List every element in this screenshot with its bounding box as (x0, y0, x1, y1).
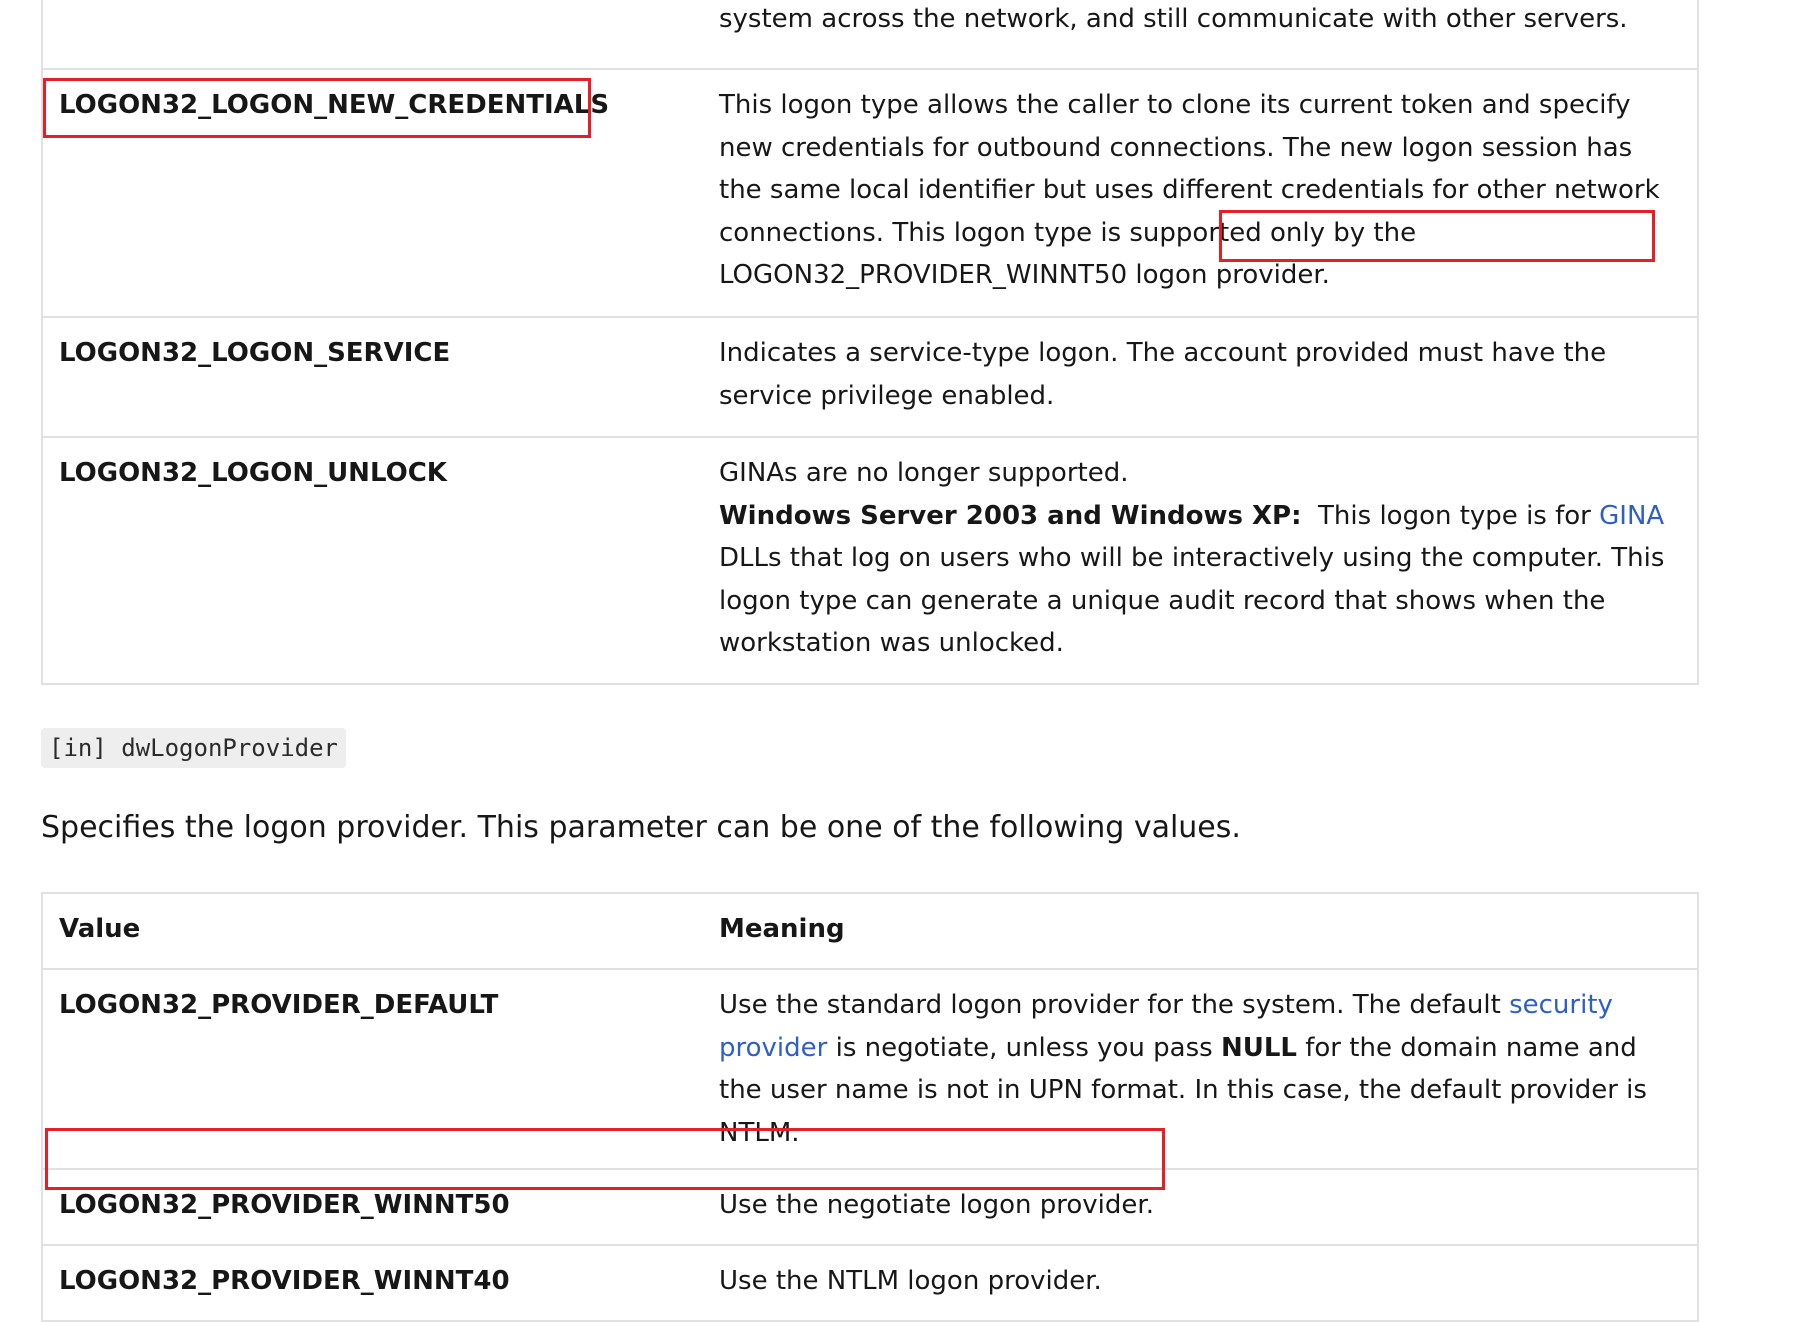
header-value: Value (59, 914, 141, 944)
table-row: LOGON32_PROVIDER_DEFAULT Use the standar… (42, 968, 1698, 1169)
value-cell: LOGON32_PROVIDER_DEFAULT (42, 968, 703, 1169)
table-row: system across the network, and still com… (42, 0, 1698, 69)
meaning-text: This logon type allows the caller to clo… (719, 90, 1660, 248)
meaning-cell: system across the network, and still com… (719, 4, 1628, 34)
param-code-chip: [in] dwLogonProvider (41, 728, 346, 768)
value-cell: LOGON32_LOGON_SERVICE (42, 316, 703, 437)
table-row: LOGON32_LOGON_SERVICE Indicates a servic… (42, 316, 1698, 437)
value-cell: LOGON32_LOGON_NEW_CREDENTIALS (42, 68, 703, 317)
value-cell: LOGON32_LOGON_UNLOCK (42, 436, 703, 684)
meaning-cell: Use the NTLM logon provider. (703, 1244, 1698, 1321)
value-logon-new-credentials: LOGON32_LOGON_NEW_CREDENTIALS (59, 90, 610, 120)
meaning-cell: GINAs are no longer supported. Windows S… (703, 436, 1698, 684)
gina-link[interactable]: GINA (1599, 501, 1664, 531)
meaning-cell: Indicates a service-type logon. The acco… (703, 316, 1698, 437)
meaning-text: Use the standard logon provider for the … (719, 990, 1501, 1020)
meaning-text: This logon type is for (1318, 500, 1591, 531)
value-cell (42, 0, 703, 69)
table-row: LOGON32_PROVIDER_WINNT50 Use the negotia… (42, 1168, 1698, 1245)
meaning-text: DLLs that log on users who will be inter… (719, 543, 1665, 658)
meaning-text: is negotiate, unless you pass (835, 1032, 1213, 1063)
provider-code-ref: LOGON32_PROVIDER_WINNT50 (719, 260, 1128, 290)
table-row: LOGON32_LOGON_UNLOCK GINAs are no longer… (42, 436, 1698, 684)
table-header-row: Value Meaning (42, 893, 1698, 969)
table-row: LOGON32_LOGON_NEW_CREDENTIALS This logon… (42, 68, 1698, 317)
meaning-cell: Use the standard logon provider for the … (703, 968, 1698, 1169)
meaning-text: GINAs are no longer supported. (719, 458, 1129, 488)
logon-types-table: system across the network, and still com… (41, 0, 1699, 685)
logon-providers-table: Value Meaning LOGON32_PROVIDER_DEFAULT U… (41, 892, 1699, 1322)
meaning-cell: This logon type allows the caller to clo… (703, 68, 1698, 317)
table-row: LOGON32_PROVIDER_WINNT40 Use the NTLM lo… (42, 1244, 1698, 1321)
value-cell: LOGON32_PROVIDER_WINNT50 (42, 1168, 703, 1245)
value-cell: LOGON32_PROVIDER_WINNT40 (42, 1244, 703, 1321)
platform-note-label: Windows Server 2003 and Windows XP: (719, 500, 1302, 531)
header-meaning: Meaning (719, 914, 845, 944)
null-keyword: NULL (1220, 1032, 1297, 1063)
param-description: Specifies the logon provider. This param… (41, 810, 1241, 845)
meaning-cell: Use the negotiate logon provider. (703, 1168, 1698, 1245)
meaning-text-tail: logon provider. (1135, 260, 1330, 290)
